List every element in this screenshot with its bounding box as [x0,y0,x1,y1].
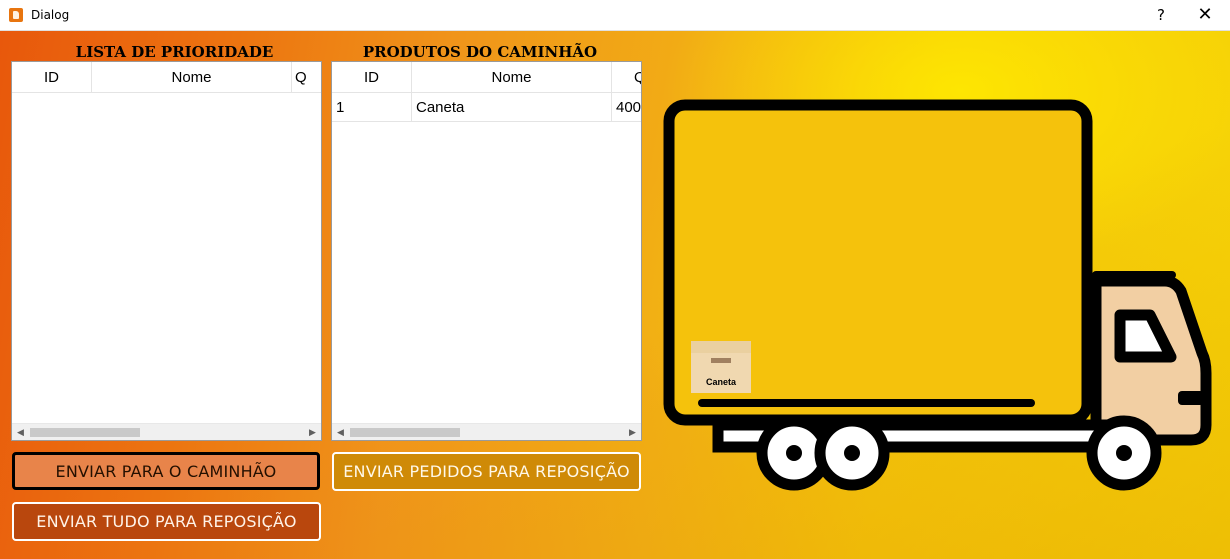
scroll-left-icon[interactable]: ◀ [332,424,349,440]
column-header-qtd[interactable]: Q [612,62,641,93]
cell-id: 1 [332,93,412,122]
scrollbar-thumb[interactable] [350,428,460,437]
cargo-box[interactable]: Caneta [691,341,751,393]
send-orders-restock-button[interactable]: ENVIAR PEDIDOS PARA REPOSIÇÃO [332,452,641,491]
close-button[interactable]: ✕ [1190,4,1220,26]
help-button[interactable]: ? [1150,4,1172,26]
truck-products-table[interactable]: ID Nome Q 1 Caneta 400 ◀ ▶ [331,61,642,441]
wheel-rear-2 [814,415,890,491]
send-to-truck-button[interactable]: ENVIAR PARA O CAMINHÃO [12,452,320,490]
cargo-box-label: Caneta [706,377,737,387]
scroll-right-icon[interactable]: ▶ [304,424,321,440]
column-header-qtd[interactable]: Q [292,62,321,93]
table-header: ID Nome Q [12,62,321,93]
column-header-nome[interactable]: Nome [92,62,292,93]
headlight [1178,391,1204,405]
priority-list-title: LISTA DE PRIORIDADE [75,43,274,61]
horizontal-scrollbar[interactable]: ◀ ▶ [332,423,641,440]
scrollbar-thumb[interactable] [30,428,140,437]
column-header-nome[interactable]: Nome [412,62,612,93]
window-titlebar: Dialog ? ✕ [0,0,1230,31]
wheel-front [1086,415,1162,491]
window-title: Dialog [31,8,70,22]
send-all-restock-button[interactable]: ENVIAR TUDO PARA REPOSIÇÃO [12,502,321,541]
horizontal-scrollbar[interactable]: ◀ ▶ [12,423,321,440]
cell-nome: Caneta [412,93,612,122]
scroll-right-icon[interactable]: ▶ [624,424,641,440]
scroll-left-icon[interactable]: ◀ [12,424,29,440]
table-header: ID Nome Q [332,62,641,93]
truck-products-title: PRODUTOS DO CAMINHÃO [362,43,598,61]
box-handle [711,358,731,363]
table-row[interactable]: 1 Caneta 400 [332,93,641,122]
column-header-id[interactable]: ID [332,62,412,93]
box-lid [691,341,751,353]
cell-qtd: 400 [616,99,642,116]
truck-icon: Caneta [663,99,1212,491]
app-icon [9,8,23,22]
priority-list-table[interactable]: ID Nome Q ◀ ▶ [11,61,322,441]
column-header-id[interactable]: ID [12,62,92,93]
